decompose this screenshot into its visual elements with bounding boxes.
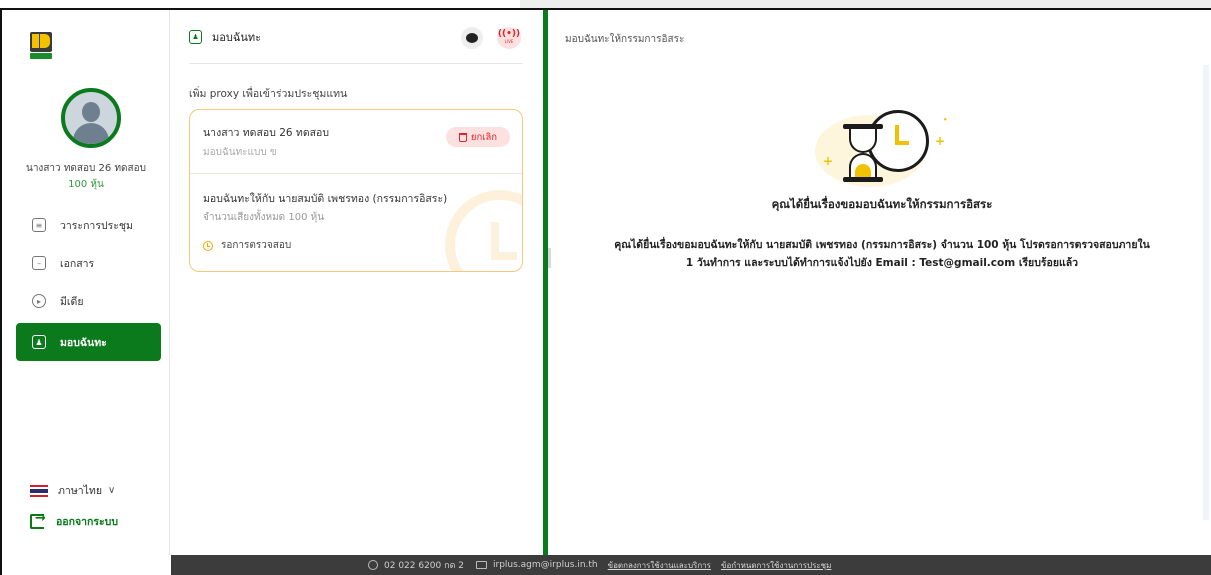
panel-header: ♟ มอบฉันทะ: [189, 28, 261, 46]
divider: [190, 173, 522, 174]
user-name: นางสาว ทดสอบ 26 ทดสอบ: [25, 163, 146, 174]
terms-link[interactable]: ข้อตกลงการใช้งานและบริการ: [608, 559, 711, 572]
proxy-grantor-name: นางสาว ทดสอบ 26 ทดสอบ: [203, 127, 330, 139]
proxy-votes: จำนวนเสียงทั้งหมด 100 หุ้น: [203, 212, 325, 223]
status-label: รอการตรวจสอบ: [221, 240, 292, 251]
detail-title: มอบฉันทะให้กรรมการอิสระ: [565, 34, 685, 45]
meeting-rules-link[interactable]: ข้อกำหนดการใช้งานการประชุม: [721, 559, 831, 572]
document-icon: –: [32, 256, 46, 270]
sidebar: นางสาว ทดสอบ 26 ทดสอบ 100 หุ้น ≡ วาระการ…: [2, 10, 170, 555]
mail-icon: [476, 561, 487, 569]
hourglass-clock-illustration: + + •: [815, 110, 947, 190]
thai-flag-icon: [30, 484, 48, 497]
live-broadcast-icon: ((•)): [497, 29, 521, 39]
sidebar-item-label: มีเดีย: [60, 295, 84, 308]
proxy-icon: ♟: [32, 335, 46, 349]
confirmation-heading: คุณได้ยื่นเรื่องขอมอบฉันทะให้กรรมการอิสร…: [771, 197, 993, 211]
proxy-detail-panel: มอบฉันทะให้กรรมการอิสระ + + • คุณได้ยื่น…: [553, 10, 1211, 555]
sidebar-item-label: วาระการประชุม: [60, 219, 133, 232]
scrollbar[interactable]: [1203, 65, 1209, 520]
avatar: [61, 88, 121, 148]
proxy-card[interactable]: นางสาว ทดสอบ 26 ทดสอบ มอบฉันทะแบบ ข ยกเล…: [189, 109, 523, 272]
sidebar-item-label: เอกสาร: [60, 257, 95, 270]
panel-resize-handle[interactable]: [541, 10, 553, 555]
sidebar-item-agenda[interactable]: ≡ วาระการประชุม: [16, 206, 161, 244]
irplus-logo[interactable]: [30, 32, 52, 60]
live-label: LIVE: [504, 39, 514, 44]
top-bar: [520, 0, 1211, 10]
proxy-type: มอบฉันทะแบบ ข: [203, 147, 277, 158]
footer-email[interactable]: irplus.agm@irplus.in.th: [493, 560, 598, 570]
sidebar-item-documents[interactable]: – เอกสาร: [16, 244, 161, 282]
divider: [189, 63, 523, 64]
trash-icon: [458, 132, 467, 142]
status-badge: รอการตรวจสอบ: [203, 238, 291, 253]
chevron-down-icon: ∨: [108, 485, 116, 496]
footer-phone: 02 022 6200 กด 2: [384, 561, 464, 571]
cancel-button[interactable]: ยกเลิก: [446, 127, 510, 147]
proxy-list-panel: ♟ มอบฉันทะ ((•)) LIVE เพิ่ม proxy เพื่อเ…: [171, 10, 541, 555]
sidebar-item-label: มอบฉันทะ: [60, 336, 107, 349]
app-frame: นางสาว ทดสอบ 26 ทดสอบ 100 หุ้น ≡ วาระการ…: [0, 0, 1211, 575]
chat-bubble-icon: [466, 33, 478, 43]
confirmation-message-line-1: คุณได้ยื่นเรื่องขอมอบฉันทะให้กับ นายสมบั…: [614, 239, 1150, 251]
sidebar-item-media[interactable]: ▸ มีเดีย: [16, 282, 161, 320]
proxy-icon: ♟: [189, 30, 202, 44]
clock-icon: [203, 240, 213, 251]
confirmation-message-line-2: 1 วันทำการ และระบบได้ทำการแจ้งไปยัง Emai…: [685, 257, 1079, 269]
phone-icon: [368, 560, 378, 570]
panel-title: มอบฉันทะ: [212, 31, 262, 44]
language-selector[interactable]: ภาษาไทย ∨: [30, 482, 115, 499]
clock-watermark-icon: [445, 190, 522, 271]
logout-label: ออกจากระบบ: [56, 516, 118, 528]
live-button[interactable]: ((•)) LIVE: [497, 27, 521, 49]
language-label: ภาษาไทย: [58, 485, 102, 497]
proxy-recipient: มอบฉันทะให้กับ นายสมบัติ เพชรทอง (กรรมกา…: [203, 193, 448, 205]
chat-button[interactable]: [461, 27, 483, 49]
logout-icon: [30, 511, 46, 529]
media-icon: ▸: [32, 294, 46, 308]
cancel-label: ยกเลิก: [470, 131, 498, 143]
user-shares: 100 หุ้น: [68, 179, 104, 190]
logout-button[interactable]: ออกจากระบบ: [30, 511, 118, 530]
sidebar-item-proxy[interactable]: ♟ มอบฉันทะ: [16, 323, 161, 361]
agenda-icon: ≡: [32, 218, 46, 232]
add-proxy-link[interactable]: เพิ่ม proxy เพื่อเข้าร่วมประชุมแทน: [189, 85, 347, 102]
footer: 02 022 6200 กด 2 irplus.agm@irplus.in.th…: [171, 555, 1211, 575]
